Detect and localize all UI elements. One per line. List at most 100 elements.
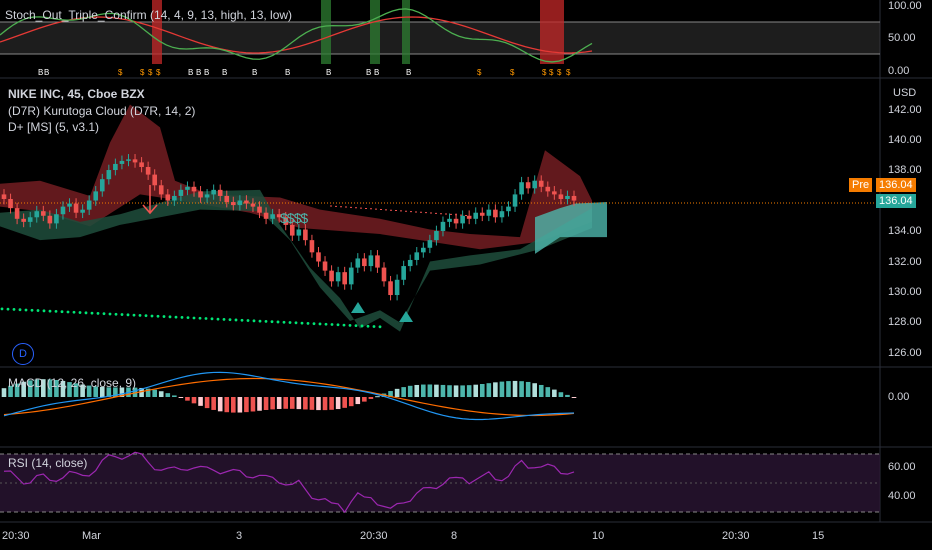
support-dot xyxy=(270,320,274,324)
stoch-sell-mark: $ xyxy=(510,68,515,77)
dplus-signal: $$$$ xyxy=(280,210,308,226)
candle-body xyxy=(414,252,420,260)
stoch-tick: 0.00 xyxy=(888,65,910,77)
macd-histogram-bar xyxy=(250,397,256,412)
stoch-buy-mark: B xyxy=(222,68,227,77)
indicator-kurutoga-label[interactable]: (D7R) Kurutoga Cloud (D7R, 14, 2) xyxy=(8,104,195,118)
stoch-highlight xyxy=(370,0,380,64)
indicator-dplus-label[interactable]: D+ [MS] (5, v3.1) xyxy=(8,120,99,134)
macd-histogram-bar xyxy=(185,397,190,401)
support-dot xyxy=(216,317,220,321)
macd-histogram-bar xyxy=(355,397,361,405)
support-dot xyxy=(240,318,244,322)
support-dot xyxy=(108,312,112,316)
candle-body xyxy=(296,229,302,236)
signal-mark: $ xyxy=(300,210,308,226)
macd-histogram-bar xyxy=(231,397,236,413)
candle-body xyxy=(8,198,13,209)
candle-body xyxy=(14,208,20,219)
chart-canvas[interactable]: B B B B B B B B B B B B$ $ $ $ $ $ $ $$ $ xyxy=(0,0,932,550)
macd-histogram-bar xyxy=(329,397,334,410)
macd-histogram-bar xyxy=(440,384,446,397)
support-dot xyxy=(366,324,370,328)
support-dot xyxy=(192,316,196,320)
candle-body xyxy=(571,195,577,201)
support-dot xyxy=(174,315,178,319)
macd-histogram-bar xyxy=(479,383,485,397)
candle-body xyxy=(1,194,7,199)
candle-body xyxy=(185,186,190,190)
candle-body xyxy=(329,270,334,282)
macd-histogram-bar xyxy=(512,380,518,397)
support-dot xyxy=(294,321,298,325)
candle-body xyxy=(165,194,171,201)
support-dot xyxy=(234,318,238,322)
candle-body xyxy=(493,209,498,218)
time-tick: 10 xyxy=(592,530,605,542)
currency-label: USD xyxy=(893,87,917,99)
support-dot xyxy=(126,313,130,317)
support-dot xyxy=(306,321,310,325)
last-price-tag: 136.04 xyxy=(876,194,916,208)
support-dot xyxy=(156,314,160,318)
candle-body xyxy=(113,163,118,171)
stoch-buy-mark: B xyxy=(406,68,411,77)
candle-body xyxy=(41,211,46,216)
macd-histogram-bar xyxy=(204,397,210,409)
macd-histogram-bar xyxy=(525,381,531,397)
macd-histogram-bar xyxy=(506,381,511,397)
support-dot xyxy=(180,315,184,319)
candle-body xyxy=(355,258,361,268)
dividend-badge[interactable]: D xyxy=(12,343,34,365)
stoch-buy-mark: B xyxy=(204,68,209,77)
macd-histogram-bar xyxy=(447,385,452,397)
candle-body xyxy=(348,267,354,285)
pre-market-label: Pre xyxy=(849,178,873,192)
macd-histogram-bar xyxy=(421,384,426,397)
signal-mark: $ xyxy=(280,210,288,226)
support-dot xyxy=(246,319,250,322)
candle-body xyxy=(204,194,210,198)
macd-histogram-bar xyxy=(499,381,505,397)
macd-histogram-bar xyxy=(453,385,459,397)
support-dot xyxy=(36,309,40,312)
stoch-sell-mark: $ xyxy=(566,68,571,77)
candle-body xyxy=(119,160,125,164)
buy-triangle xyxy=(351,302,365,313)
candle-body xyxy=(27,217,33,222)
macd-histogram-bar xyxy=(283,397,289,409)
support-dot xyxy=(18,308,22,312)
macd-histogram-bar xyxy=(348,397,354,407)
candle-body xyxy=(224,195,230,203)
support-dot xyxy=(318,322,322,326)
candle-body xyxy=(486,209,492,216)
candle-body xyxy=(217,189,223,196)
stoch-highlight xyxy=(540,0,564,64)
candle-body xyxy=(322,261,328,271)
candle-body xyxy=(506,206,511,212)
macd-histogram-bar xyxy=(565,394,570,397)
support-dot xyxy=(66,310,70,314)
support-dot xyxy=(6,307,10,311)
support-dot xyxy=(48,309,52,313)
macd-histogram-bar xyxy=(257,397,262,411)
support-dot xyxy=(186,316,190,320)
support-dot xyxy=(252,319,256,323)
stoch-buy-mark: B xyxy=(188,68,193,77)
macd-histogram-bar xyxy=(486,383,492,397)
support-dot xyxy=(264,319,268,323)
candle-body xyxy=(145,166,151,175)
candle-body xyxy=(80,209,85,213)
stoch-buy-mark: B xyxy=(374,68,379,77)
symbol-title[interactable]: NIKE INC, 45, Cboe BZX xyxy=(8,87,145,101)
candle-body xyxy=(532,180,537,189)
macd-histogram-bar xyxy=(172,395,177,397)
candle-body xyxy=(401,266,406,280)
stoch-buy-mark: B xyxy=(196,68,201,77)
support-dot xyxy=(42,309,46,313)
support-dot xyxy=(96,312,100,315)
macd-histogram-bar xyxy=(414,384,420,397)
stoch-tick: 100.00 xyxy=(888,0,922,12)
support-dot xyxy=(0,307,4,311)
signal-mark: $ xyxy=(286,210,295,226)
